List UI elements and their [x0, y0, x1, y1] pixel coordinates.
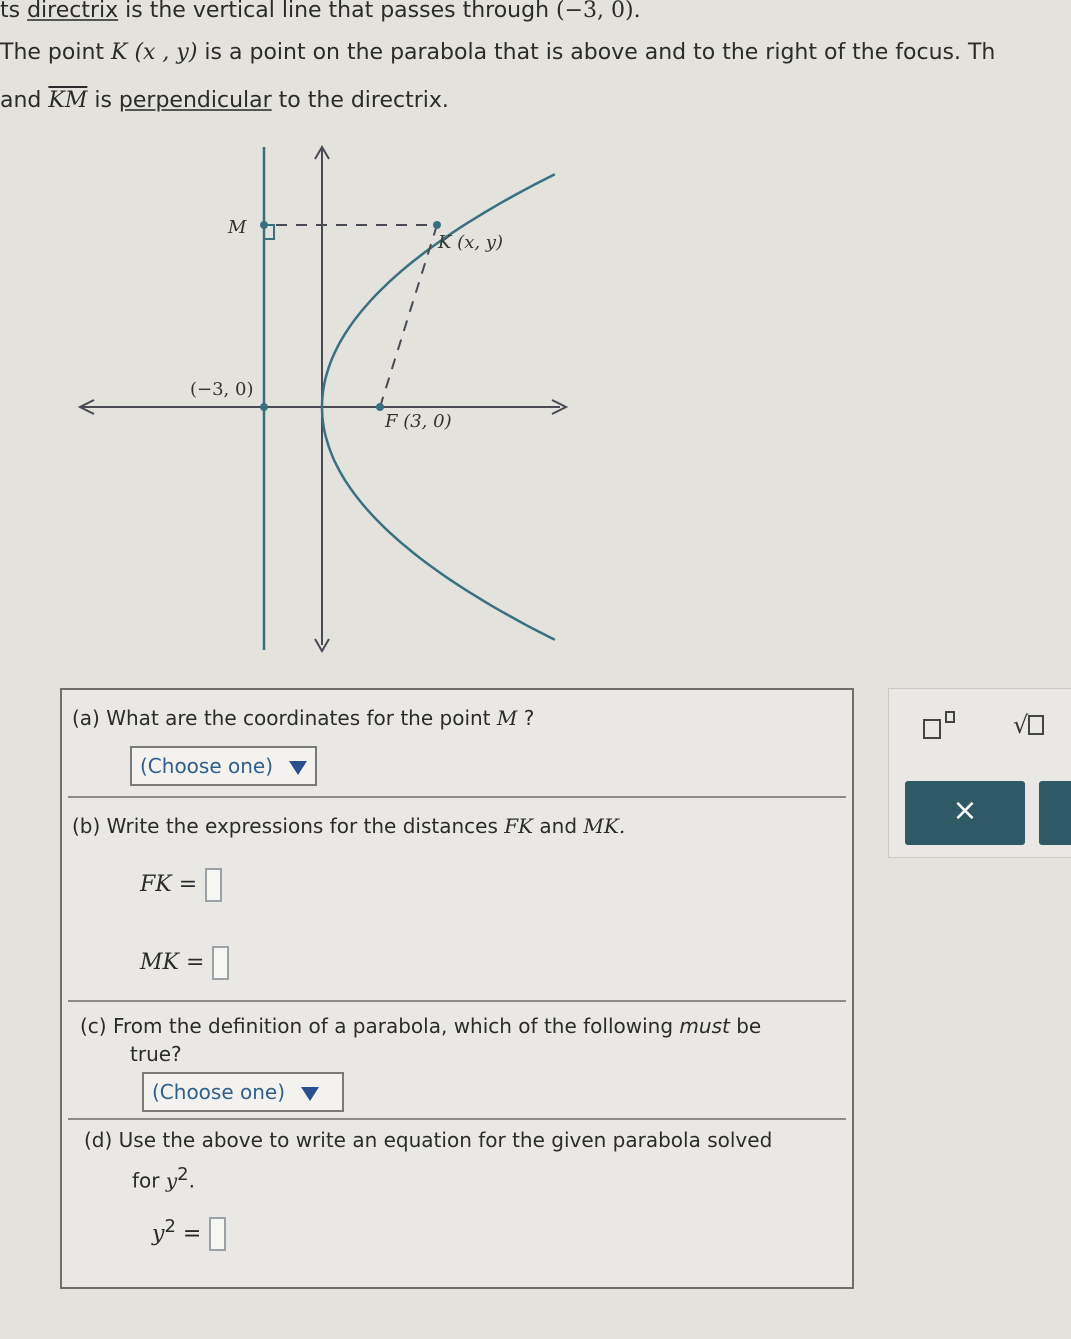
part-d-label: (d): [84, 1128, 113, 1152]
part-a-dropdown[interactable]: (Choose one): [130, 746, 318, 786]
directrix-link[interactable]: directrix: [27, 0, 118, 23]
part-d-question-2: for y2.: [132, 1164, 195, 1193]
part-b-label: (b): [72, 814, 101, 838]
directrix-point: (−3, 0).: [556, 0, 641, 23]
math-toolbar: √ ×: [888, 688, 1071, 858]
segment-fk-dashed: [379, 224, 438, 408]
intro-text: ts: [0, 0, 28, 23]
part-a-section: (a) What are the coordinates for the poi…: [68, 690, 846, 798]
parabola-graph: M K (x, y) (−3, 0) F (3, 0): [77, 145, 569, 653]
part-d-section: (d) Use the above to write an equation f…: [68, 1120, 846, 1280]
eq-sign: =: [182, 1221, 202, 1247]
mk-answer-input[interactable]: [212, 946, 230, 980]
intro-line-3: and KM is perpendicular to the directrix…: [0, 88, 449, 113]
part-a-end: ?: [517, 706, 535, 730]
var-mk: MK.: [583, 814, 626, 838]
part-c-be: be: [736, 1014, 762, 1038]
part-c-dropdown[interactable]: (Choose one): [142, 1072, 344, 1112]
intro-text: to the directrix.: [271, 88, 449, 113]
point-k: K (x , y): [111, 40, 198, 65]
directrix-point-dot: [260, 403, 268, 411]
segment-km: KM: [48, 88, 88, 113]
chevron-down-icon: [289, 760, 308, 775]
part-c-must: must: [679, 1014, 730, 1038]
intro-text: is the vertical line that passes through: [118, 0, 557, 23]
intro-line-1: ts directrix is the vertical line that p…: [0, 0, 641, 23]
sqrt-icon: √: [1013, 711, 1029, 739]
exponent-2: 2: [177, 1164, 189, 1185]
sqrt-box-icon: [1028, 715, 1045, 735]
part-b-section: (b) Write the expressions for the distan…: [68, 798, 846, 1002]
undo-button[interactable]: [1039, 781, 1071, 845]
part-d-dot: .: [188, 1168, 195, 1193]
intro-text: and: [0, 88, 49, 113]
label-k: K (x, y): [437, 232, 503, 253]
part-d-text: Use the above to write an equation for t…: [118, 1128, 773, 1152]
eq-y: y: [152, 1221, 165, 1247]
part-d-question: (d) Use the above to write an equation f…: [84, 1128, 772, 1152]
clear-button[interactable]: ×: [905, 781, 1025, 845]
part-c-question: (c) From the definition of a parabola, w…: [80, 1012, 761, 1068]
point-m-dot: [260, 221, 268, 229]
part-a-text: What are the coordinates for the point: [106, 706, 491, 730]
part-c-text2: true?: [130, 1042, 182, 1066]
perpendicular-link[interactable]: perpendicular: [119, 88, 272, 113]
y-squared-answer-input[interactable]: [209, 1217, 227, 1252]
point-k-dot: [433, 221, 441, 229]
var-fk: FK: [504, 814, 534, 838]
part-a-question: (a) What are the coordinates for the poi…: [72, 706, 534, 730]
intro-line-2: The point K (x , y) is a point on the pa…: [0, 40, 995, 65]
label-focus: F (3, 0): [384, 411, 452, 432]
fk-equation: FK =: [140, 868, 223, 902]
label-m: M: [227, 217, 247, 238]
part-b-and: and: [539, 814, 578, 838]
fk-label: FK =: [140, 872, 198, 897]
exponent-icon: [923, 711, 957, 741]
fk-answer-input[interactable]: [205, 868, 223, 902]
mk-label: MK =: [140, 950, 205, 975]
intro-text: The point: [0, 40, 112, 65]
part-c-label: (c): [80, 1014, 107, 1038]
eq-exponent: 2: [164, 1216, 176, 1237]
chevron-down-icon: [301, 1086, 320, 1101]
question-panel: (a) What are the coordinates for the poi…: [60, 688, 854, 1289]
part-b-question: (b) Write the expressions for the distan…: [72, 814, 625, 838]
y-squared-equation: y2 =: [152, 1216, 227, 1252]
part-a-label: (a): [72, 706, 100, 730]
mk-equation: MK =: [140, 946, 230, 980]
var-m: M: [496, 706, 518, 730]
part-c-section: (c) From the definition of a parabola, w…: [68, 1002, 846, 1120]
intro-text: is a point on the parabola that is above…: [197, 40, 996, 65]
dropdown-label: (Choose one): [152, 1080, 286, 1104]
focus-dot: [376, 403, 384, 411]
close-icon: ×: [952, 793, 978, 828]
part-c-text: From the definition of a parabola, which…: [112, 1014, 674, 1038]
var-y: y: [165, 1168, 178, 1193]
intro-text: is: [87, 88, 119, 113]
dropdown-label: (Choose one): [140, 754, 274, 778]
label-directrix-point: (−3, 0): [190, 379, 253, 400]
part-d-for: for: [132, 1168, 160, 1193]
part-b-text: Write the expressions for the distances: [106, 814, 498, 838]
exponent-tool-button[interactable]: [923, 711, 957, 747]
sqrt-tool-button[interactable]: √: [1013, 711, 1045, 739]
